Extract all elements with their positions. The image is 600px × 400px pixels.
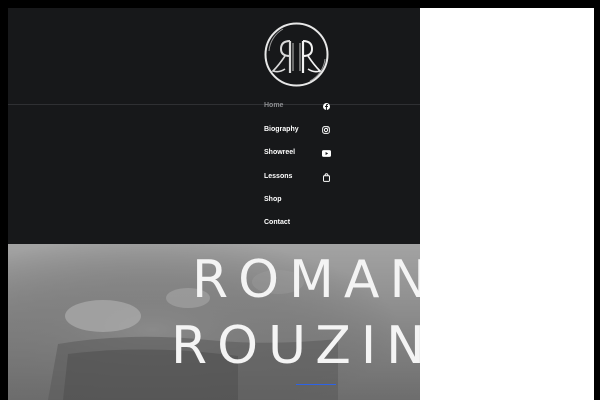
hero-accent-line bbox=[296, 384, 336, 385]
header-divider bbox=[8, 104, 420, 105]
hero-banner: ROMAN ROUZIN bbox=[8, 244, 420, 400]
nav-item-biography[interactable]: Biography bbox=[264, 121, 344, 139]
site-header: Home Biography Showreel Lessons Shop Con… bbox=[8, 8, 420, 244]
nav-item-shop[interactable]: Shop bbox=[264, 191, 344, 209]
nav-item-contact[interactable]: Contact bbox=[264, 214, 344, 232]
nav-item-showreel[interactable]: Showreel bbox=[264, 144, 344, 162]
youtube-icon[interactable] bbox=[320, 147, 332, 159]
facebook-icon[interactable] bbox=[320, 100, 332, 112]
website: Home Biography Showreel Lessons Shop Con… bbox=[8, 8, 420, 400]
browser-viewport: Home Biography Showreel Lessons Shop Con… bbox=[8, 8, 594, 400]
hero-title-line1: ROMAN bbox=[192, 250, 420, 310]
nav-item-lessons[interactable]: Lessons bbox=[264, 168, 344, 186]
hero-title-line2: ROUZIN bbox=[171, 316, 420, 376]
nav-item-home[interactable]: Home bbox=[264, 97, 344, 115]
instagram-icon[interactable] bbox=[320, 124, 332, 136]
shopping-bag-icon[interactable] bbox=[320, 171, 332, 183]
main-nav: Home Biography Showreel Lessons Shop Con… bbox=[264, 8, 344, 244]
